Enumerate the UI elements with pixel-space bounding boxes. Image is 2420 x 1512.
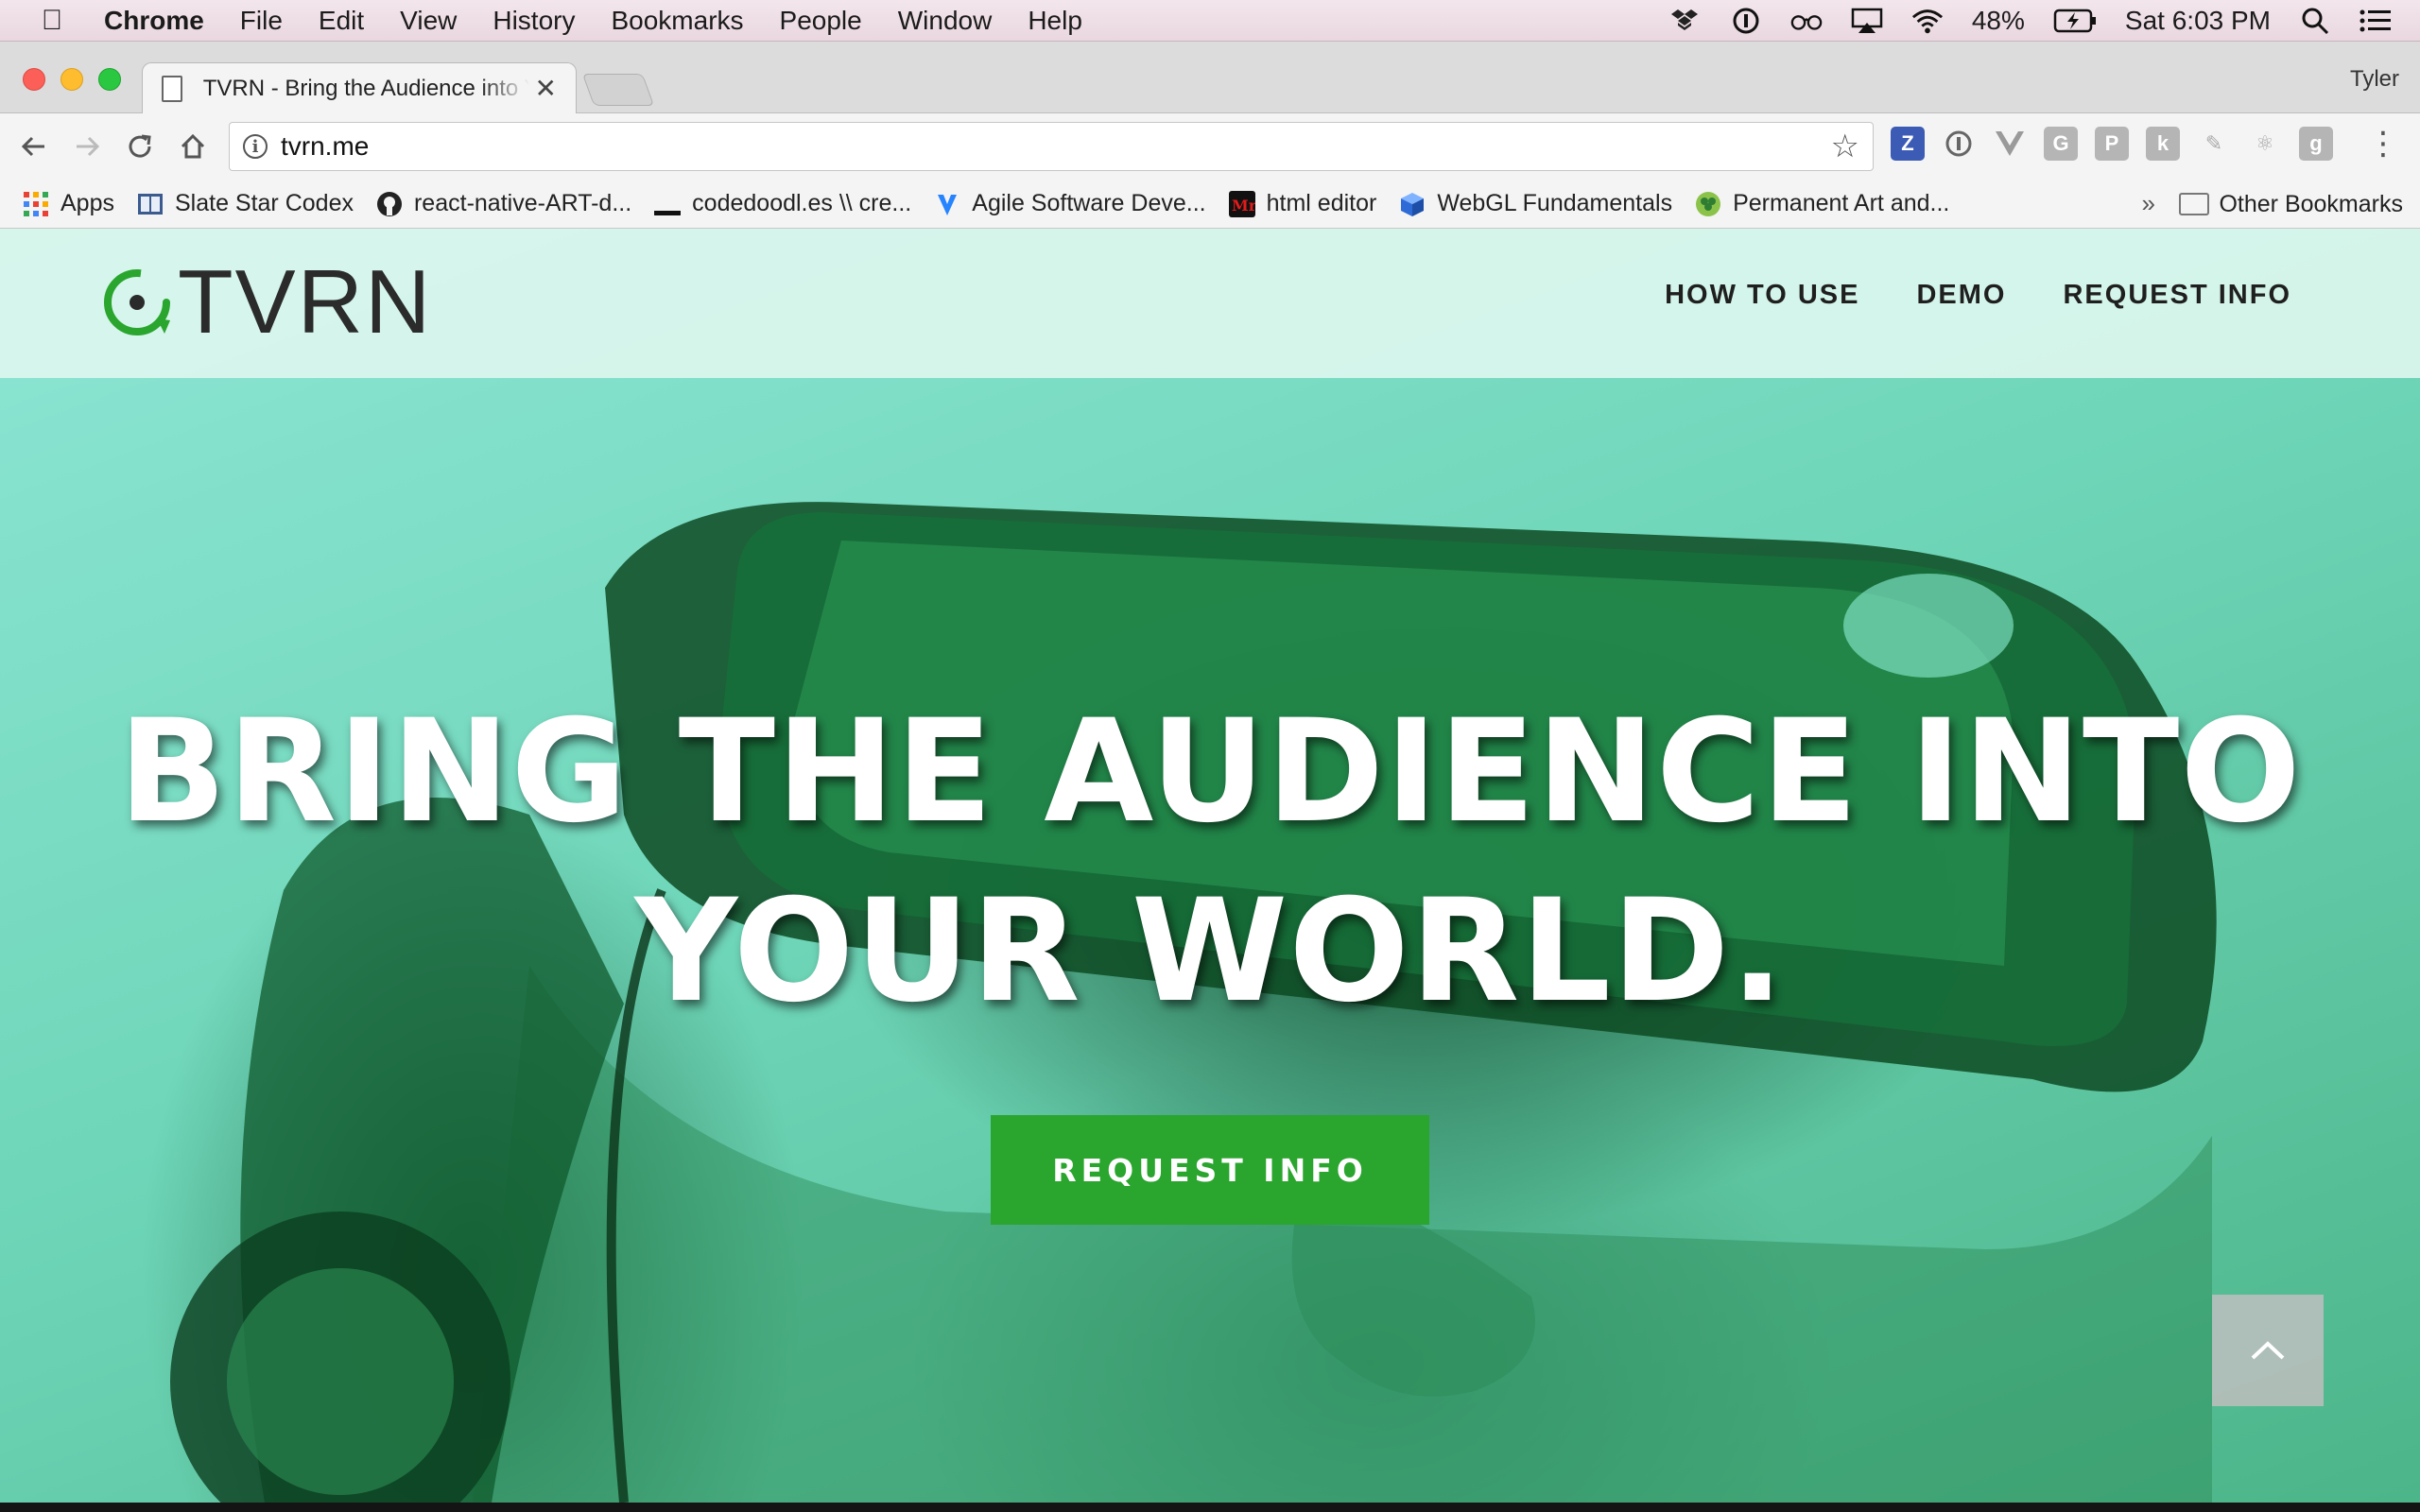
hero-section: BRING THE AUDIENCE INTO YOUR WORLD. REQU…: [0, 229, 2420, 1503]
battery-icon[interactable]: [2053, 7, 2097, 35]
extension-k-icon[interactable]: k: [2146, 127, 2180, 161]
back-arrow-icon[interactable]: [8, 123, 60, 170]
extension-react-icon[interactable]: ⚛: [2248, 127, 2282, 161]
cube-icon: [1401, 192, 1425, 216]
menu-view[interactable]: View: [400, 6, 457, 36]
window-close-button[interactable]: [23, 68, 45, 91]
bookmark-label: codedoodl.es \\ cre...: [692, 190, 912, 216]
extension-z-icon[interactable]: Z: [1891, 127, 1925, 161]
chevron-up-icon: [2251, 1341, 2285, 1360]
url-text[interactable]: tvrn.me: [281, 131, 1831, 162]
bookmark-label: Permanent Art and...: [1733, 190, 1950, 216]
menu-edit[interactable]: Edit: [319, 6, 364, 36]
extensions-area: Z G P k ✎ ⚛ g: [1891, 127, 2333, 161]
page-icon: [162, 75, 182, 102]
tab-strip: TVRN - Bring the Audience into Your Worl…: [0, 42, 2420, 113]
menu-app-name[interactable]: Chrome: [104, 6, 204, 36]
password-manager-icon[interactable]: [1730, 7, 1762, 35]
menu-file[interactable]: File: [240, 6, 283, 36]
request-info-cta-button[interactable]: REQUEST INFO: [991, 1115, 1429, 1225]
atlassian-icon: [938, 194, 958, 215]
extension-p-icon[interactable]: P: [2095, 127, 2129, 161]
extension-password-icon[interactable]: [1942, 127, 1976, 161]
bookmark-label: html editor: [1266, 190, 1377, 216]
menu-history[interactable]: History: [493, 6, 575, 36]
battery-percent: 48%: [1971, 6, 2025, 35]
extension-pencil-icon[interactable]: ✎: [2197, 127, 2231, 161]
hero-headline: BRING THE AUDIENCE INTO YOUR WORLD.: [0, 682, 2420, 1041]
bookmark-react-native-art[interactable]: react-native-ART-d...: [376, 190, 631, 217]
scroll-to-top-button[interactable]: [2212, 1295, 2324, 1406]
site-info-icon[interactable]: i: [243, 134, 268, 159]
folder-icon: [2179, 193, 2210, 215]
site-nav: HOW TO USE DEMO REQUEST INFO: [1665, 280, 2291, 311]
bookmarks-bar: Apps Slate Star Codex react-native-ART-d…: [0, 180, 2420, 229]
bookmark-permanent-art[interactable]: Permanent Art and...: [1695, 190, 1949, 217]
notification-center-icon[interactable]: [2360, 7, 2392, 35]
headline-line-1: BRING THE AUDIENCE INTO: [118, 690, 2302, 854]
window-minimize-button[interactable]: [60, 68, 83, 91]
bookmark-webgl-fundamentals[interactable]: WebGL Fundamentals: [1399, 190, 1672, 217]
clock[interactable]: Sat 6:03 PM: [2125, 6, 2271, 36]
extension-vue-icon[interactable]: [1993, 127, 2027, 161]
address-bar[interactable]: i tvrn.me ☆: [229, 122, 1874, 171]
other-bookmarks-folder[interactable]: Other Bookmarks: [2179, 180, 2403, 229]
headline-line-2: YOUR WORLD.: [634, 869, 1786, 1034]
new-tab-button[interactable]: [581, 74, 655, 106]
spotlight-search-icon[interactable]: [2299, 7, 2331, 35]
site-header: TVRN HOW TO USE DEMO REQUEST INFO: [0, 229, 2420, 378]
tab-close-icon[interactable]: ✕: [535, 73, 557, 104]
nav-demo[interactable]: DEMO: [1916, 280, 2006, 311]
svg-text:Mr: Mr: [1232, 197, 1255, 215]
bookmarks-overflow-button[interactable]: »: [2142, 189, 2155, 218]
window-zoom-button[interactable]: [98, 68, 121, 91]
wifi-icon[interactable]: [1911, 7, 1944, 35]
tab-title: TVRN - Bring the Audience into Your Worl…: [202, 75, 529, 101]
underscore-icon: [654, 210, 682, 215]
tvrn-logo-icon: [104, 269, 170, 335]
bookmark-star-icon[interactable]: ☆: [1831, 128, 1859, 165]
profile-button[interactable]: Tyler: [2350, 66, 2399, 93]
bookmark-agile-software[interactable]: Agile Software Deve...: [934, 190, 1206, 217]
apps-grid-icon: [24, 191, 48, 216]
shamrock-icon: [1696, 191, 1721, 216]
extension-puzzle-icon[interactable]: g: [2299, 127, 2333, 161]
web-page: BRING THE AUDIENCE INTO YOUR WORLD. REQU…: [0, 229, 2420, 1512]
page-bottom-edge: [0, 1503, 2420, 1512]
bookmark-codedoodles[interactable]: codedoodl.es \\ cre...: [654, 190, 911, 217]
bookmark-label: WebGL Fundamentals: [1437, 190, 1673, 216]
chrome-menu-icon[interactable]: ⋮: [2367, 127, 2399, 161]
nav-request-info[interactable]: REQUEST INFO: [2063, 280, 2291, 311]
site-logo[interactable]: TVRN: [100, 257, 432, 348]
menu-people[interactable]: People: [780, 6, 862, 36]
bookmark-label: Slate Star Codex: [174, 190, 354, 216]
bookmark-label: Agile Software Deve...: [972, 190, 1206, 216]
logo-text: TVRN: [178, 251, 433, 352]
menu-bookmarks[interactable]: Bookmarks: [611, 6, 743, 36]
os-menubar:  Chrome File Edit View History Bookmark…: [0, 0, 2420, 42]
other-bookmarks-label: Other Bookmarks: [2219, 190, 2403, 217]
bookmark-label: Apps: [60, 190, 114, 216]
bookmark-label: react-native-ART-d...: [413, 190, 632, 216]
airplay-icon[interactable]: [1851, 7, 1883, 35]
browser-tab-active[interactable]: TVRN - Bring the Audience into Your Worl…: [142, 62, 577, 113]
forward-arrow-icon[interactable]: [60, 123, 113, 170]
browser-toolbar: i tvrn.me ☆ Z G P k ✎ ⚛ g ⋮: [0, 113, 2420, 180]
bookmark-html-editor[interactable]: Mr html editor: [1228, 190, 1377, 217]
dropbox-icon[interactable]: [1669, 7, 1702, 35]
home-icon[interactable]: [166, 123, 219, 170]
bookmark-apps[interactable]: Apps: [23, 190, 114, 217]
reload-icon[interactable]: [113, 123, 166, 170]
bookmark-slate-star-codex[interactable]: Slate Star Codex: [137, 190, 354, 217]
apple-menu-icon[interactable]: : [0, 5, 104, 37]
nav-how-to-use[interactable]: HOW TO USE: [1665, 280, 1859, 311]
github-icon: [376, 191, 402, 216]
extension-g-icon[interactable]: G: [2044, 127, 2078, 161]
menu-help[interactable]: Help: [1028, 6, 1082, 36]
menu-window[interactable]: Window: [898, 6, 993, 36]
mr-icon: Mr: [1228, 190, 1255, 217]
glasses-icon[interactable]: [1790, 7, 1823, 35]
book-icon: [137, 193, 163, 215]
